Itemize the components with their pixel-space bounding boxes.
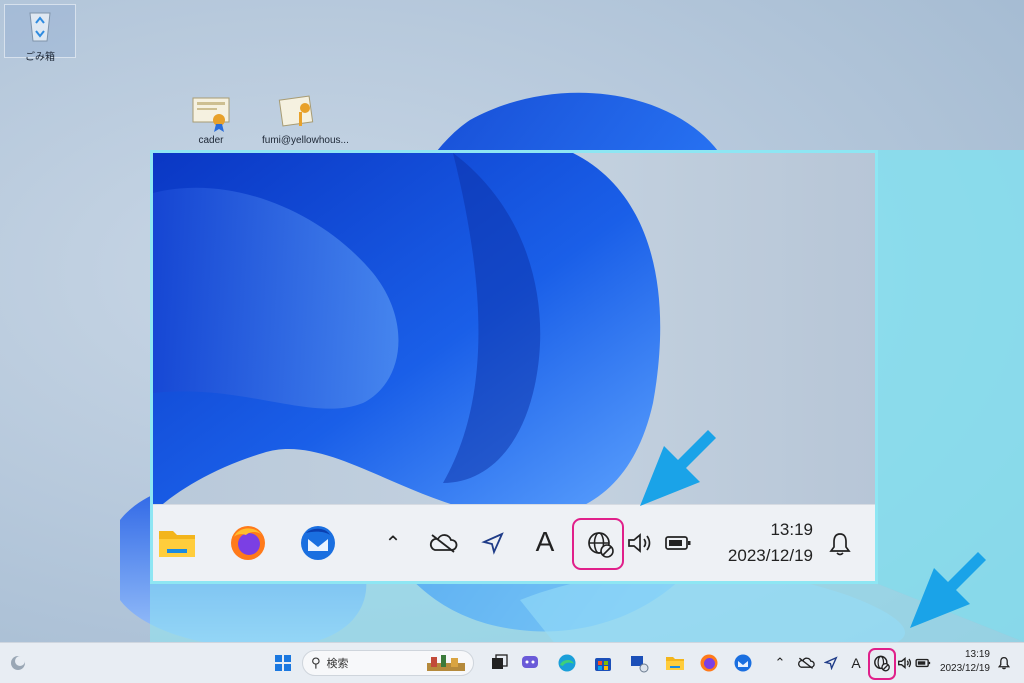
taskbar-clock-time: 13:19 bbox=[964, 649, 990, 660]
notification-bell-icon-small[interactable] bbox=[996, 651, 1012, 675]
ime-mode-indicator-small[interactable]: A bbox=[848, 651, 864, 675]
certificate-icon bbox=[192, 97, 230, 132]
zoom-callout: ⌃ A 13:19 2023/12/19 bbox=[150, 150, 878, 584]
edge-browser-icon[interactable] bbox=[556, 651, 578, 675]
recycle-bin-label: ごみ箱 bbox=[25, 52, 55, 63]
thunderbird-icon[interactable] bbox=[297, 523, 339, 563]
microsoft-store-icon[interactable] bbox=[592, 651, 614, 675]
taskbar-clock-date: 2023/12/19 bbox=[939, 663, 990, 674]
speaker-volume-icon[interactable] bbox=[625, 529, 655, 557]
tray-overflow-chevron-icon-small[interactable]: ⌃ bbox=[772, 651, 788, 675]
zoom-clock-date: 2023/12/19 bbox=[727, 546, 813, 565]
speaker-volume-icon-small[interactable] bbox=[896, 651, 914, 675]
desktop-icon-fumi-label: fumi@yellowhous... bbox=[262, 135, 349, 146]
thunderbird-taskbar-icon[interactable] bbox=[732, 651, 754, 675]
recycle-bin-icon[interactable]: ごみ箱 bbox=[4, 4, 76, 63]
file-explorer-taskbar-icon[interactable] bbox=[664, 651, 686, 675]
onedrive-offline-icon-small[interactable] bbox=[796, 651, 816, 675]
zoom-clock-time: 13:19 bbox=[770, 520, 813, 539]
zoom-clock[interactable]: 13:19 2023/12/19 bbox=[728, 517, 813, 569]
recycle-bin-icon-image bbox=[29, 12, 51, 42]
location-arrow-icon[interactable] bbox=[479, 529, 507, 557]
highlight-ring bbox=[572, 518, 624, 570]
location-arrow-icon-small[interactable] bbox=[822, 651, 840, 675]
task-view-icon[interactable] bbox=[488, 651, 510, 675]
zoom-taskbar: ⌃ A 13:19 2023/12/19 bbox=[153, 504, 875, 581]
notification-bell-icon[interactable] bbox=[827, 529, 853, 559]
search-icon: ⚲ bbox=[311, 655, 321, 670]
remote-desktop-icon[interactable] bbox=[628, 651, 650, 675]
desktop-icon-cader-label: cader bbox=[198, 135, 224, 146]
certificate-key-icon bbox=[278, 95, 314, 127]
highlight-ring-small bbox=[868, 648, 896, 680]
pointer-arrow-zoom bbox=[640, 430, 716, 506]
firefox-icon[interactable] bbox=[227, 523, 269, 563]
file-explorer-icon[interactable] bbox=[157, 523, 197, 563]
desktop-icon-cader[interactable]: cader bbox=[176, 92, 246, 146]
search-highlight-icon bbox=[427, 655, 465, 674]
taskbar: ⚲ 検索 ⌃ A 13:19 2023/12/19 bbox=[0, 642, 1024, 683]
tray-overflow-chevron-icon[interactable]: ⌃ bbox=[381, 529, 405, 557]
ime-mode-indicator[interactable]: A bbox=[531, 525, 559, 559]
pointer-arrow-taskbar bbox=[910, 552, 986, 628]
search-placeholder: 検索 bbox=[326, 658, 349, 670]
start-windows-icon[interactable] bbox=[272, 651, 294, 675]
battery-icon[interactable] bbox=[663, 529, 693, 557]
onedrive-offline-icon[interactable] bbox=[427, 529, 459, 557]
taskbar-search-box[interactable]: ⚲ 検索 bbox=[302, 650, 474, 676]
battery-icon-small[interactable] bbox=[914, 651, 932, 675]
firefox-taskbar-icon[interactable] bbox=[698, 651, 720, 675]
teams-chat-icon[interactable] bbox=[520, 651, 542, 675]
taskbar-clock[interactable]: 13:19 2023/12/19 bbox=[940, 648, 990, 676]
widgets-weather-icon[interactable] bbox=[6, 651, 30, 675]
desktop-icon-fumi[interactable]: fumi@yellowhous... bbox=[262, 92, 349, 146]
